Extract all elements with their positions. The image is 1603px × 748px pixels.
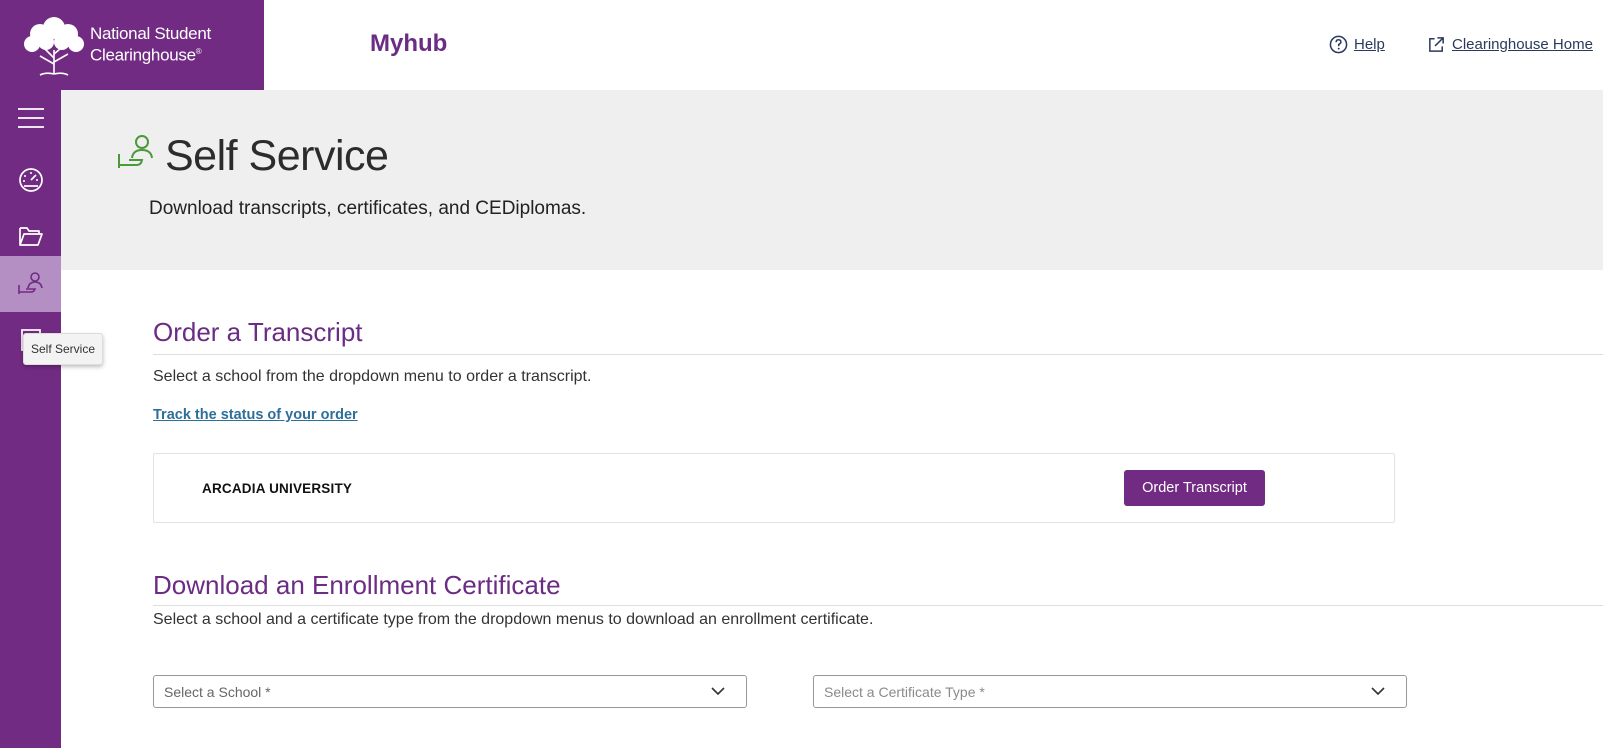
sidebar <box>0 90 61 748</box>
page-subtitle: Download transcripts, certificates, and … <box>149 198 587 219</box>
section-divider <box>153 605 1603 606</box>
folder-icon <box>18 227 43 246</box>
certificate-type-select[interactable]: Select a Certificate Type * <box>813 675 1407 708</box>
section-divider <box>153 354 1603 355</box>
certificate-type-placeholder: Select a Certificate Type * <box>824 683 985 700</box>
sidebar-menu-toggle[interactable] <box>0 90 61 146</box>
school-select[interactable]: Select a School * <box>153 675 747 708</box>
app-name: Myhub <box>370 30 448 57</box>
page-title: Self Service <box>165 132 389 180</box>
order-transcript-button[interactable]: Order Transcript <box>1124 470 1265 506</box>
tree-logo-icon <box>24 17 84 76</box>
school-select-placeholder: Select a School * <box>164 683 271 700</box>
hamburger-menu-icon <box>17 108 44 128</box>
chevron-down-icon <box>711 687 725 696</box>
sidebar-item-dashboard[interactable] <box>0 152 61 208</box>
certificate-section-title: Download an Enrollment Certificate <box>153 570 561 600</box>
track-order-link[interactable]: Track the status of your order <box>153 407 358 423</box>
logo-text: National Student Clearinghouse® <box>90 25 211 65</box>
home-label: Clearinghouse Home <box>1452 36 1593 53</box>
chevron-down-icon <box>1371 687 1385 696</box>
help-label: Help <box>1354 36 1385 53</box>
help-circle-icon <box>1329 35 1348 54</box>
top-bar: Myhub Help Clearinghouse Home <box>264 0 1603 90</box>
certificate-description: Select a school and a certificate type f… <box>153 611 874 628</box>
logo[interactable]: National Student Clearinghouse® <box>0 0 264 90</box>
clearinghouse-home-link[interactable]: Clearinghouse Home <box>1427 35 1593 54</box>
page-header: Self Service Download transcripts, certi… <box>61 90 1603 270</box>
registered-mark: ® <box>195 47 202 57</box>
school-card: ARCADIA UNIVERSITY Order Transcript <box>153 453 1395 523</box>
external-link-icon <box>1429 37 1444 52</box>
logo-line2: Clearinghouse <box>90 45 196 65</box>
transcript-section-title: Order a Transcript <box>153 317 363 347</box>
self-service-icon <box>17 272 43 294</box>
school-name: ARCADIA UNIVERSITY <box>202 481 353 496</box>
sidebar-tooltip: Self Service <box>23 333 103 365</box>
dashboard-gauge-icon <box>18 168 43 192</box>
logo-line1: National Student <box>90 24 211 44</box>
transcript-description: Select a school from the dropdown menu t… <box>153 368 592 385</box>
help-link[interactable]: Help <box>1329 35 1385 54</box>
self-service-icon <box>118 135 153 168</box>
sidebar-item-self-service[interactable] <box>0 256 61 312</box>
